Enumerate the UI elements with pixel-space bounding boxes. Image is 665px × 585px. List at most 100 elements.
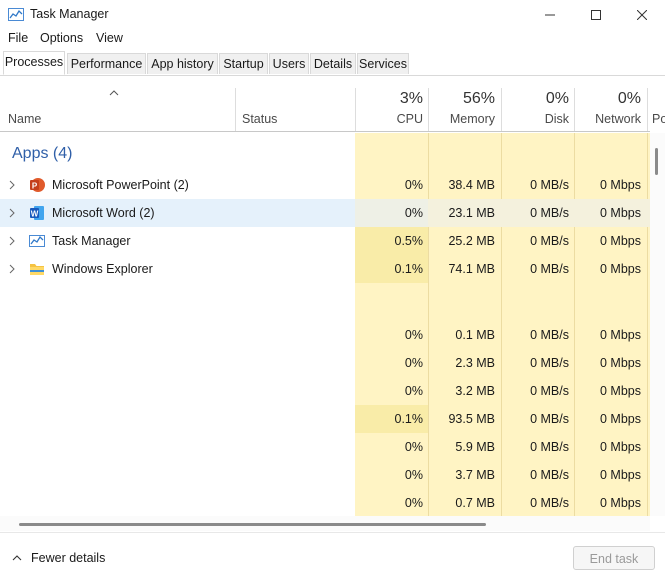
tab-processes[interactable]: Processes [3,51,65,75]
folder-icon [30,264,44,275]
menu-file[interactable]: File [8,31,28,45]
task-manager-icon [29,235,45,247]
table-row[interactable]: 0% 3.2 MB 0 MB/s 0 Mbps [0,377,650,405]
close-button[interactable] [619,0,665,30]
memory-total: 56% [462,90,495,107]
table-row[interactable]: W Microsoft Word (2) 0% 23.1 MB 0 MB/s 0… [0,199,650,227]
chevron-up-icon [12,555,22,561]
network-cell: 0 Mbps [600,468,641,482]
process-name: Microsoft PowerPoint (2) [52,178,189,192]
chevron-right-icon[interactable] [9,208,15,218]
minimize-button[interactable] [527,0,573,30]
chevron-right-icon[interactable] [9,180,15,190]
word-icon: W [30,206,44,220]
tab-strip: Processes Performance App history Startu… [0,51,665,76]
network-cell: 0 Mbps [600,384,641,398]
tab-performance[interactable]: Performance [67,53,146,74]
fewer-details-button[interactable]: Fewer details [12,551,105,565]
cpu-cell: 0% [404,440,423,454]
column-status[interactable]: Status [242,112,277,126]
memory-cell: 3.7 MB [455,468,495,482]
chevron-right-icon[interactable] [9,236,15,246]
process-name: Task Manager [52,234,131,248]
cpu-cell: 0% [404,328,423,342]
network-cell: 0 Mbps [600,206,641,220]
maximize-button[interactable] [573,0,619,30]
memory-cell: 5.9 MB [455,440,495,454]
column-power[interactable]: Po [652,112,665,126]
powerpoint-icon: P [30,178,45,192]
svg-text:W: W [31,210,39,219]
network-cell: 0 Mbps [600,328,641,342]
menu-options[interactable]: Options [40,31,83,45]
tab-app-history[interactable]: App history [147,53,218,74]
vertical-scrollbar[interactable] [650,133,665,516]
table-row[interactable]: Windows Explorer 0.1% 74.1 MB 0 MB/s 0 M… [0,255,650,283]
horizontal-scrollbar[interactable] [0,516,650,531]
menu-view[interactable]: View [96,31,123,45]
cpu-cell: 0.5% [394,234,424,248]
fewer-details-label: Fewer details [31,551,106,565]
footer: Fewer details End task [0,532,665,585]
table-row[interactable]: 0.1% 93.5 MB 0 MB/s 0 Mbps [0,405,650,433]
group-title: Apps (4) [12,145,73,162]
process-list: Apps (4) P Microsoft PowerPoint (2) 0% 3… [0,133,650,516]
disk-cell: 0 MB/s [530,328,569,342]
disk-cell: 0 MB/s [530,234,569,248]
cpu-cell: 0% [404,178,423,192]
column-network[interactable]: Network [574,112,641,126]
cpu-cell: 0% [404,496,423,510]
column-header: Name Status 3% CPU 56% Memory 0% Disk 0%… [0,88,665,132]
close-icon [637,10,647,20]
chevron-right-icon[interactable] [9,264,15,274]
disk-cell: 0 MB/s [530,178,569,192]
network-total: 0% [617,90,641,107]
memory-cell: 23.1 MB [448,206,495,220]
group-header-apps: Apps (4) [0,133,650,171]
svg-text:P: P [32,182,38,191]
disk-cell: 0 MB/s [530,206,569,220]
tab-users[interactable]: Users [269,53,309,74]
tab-startup[interactable]: Startup [219,53,268,74]
table-row[interactable]: 0% 5.9 MB 0 MB/s 0 Mbps [0,433,650,461]
column-name[interactable]: Name [8,112,41,126]
network-cell: 0 Mbps [600,496,641,510]
table-row[interactable]: 0% 0.7 MB 0 MB/s 0 Mbps [0,489,650,516]
memory-cell: 3.2 MB [455,384,495,398]
vertical-scroll-thumb[interactable] [655,148,658,175]
group-header-background [0,283,650,321]
column-cpu[interactable]: CPU [355,112,423,126]
disk-cell: 0 MB/s [530,468,569,482]
minimize-icon [545,14,555,16]
title-bar: Task Manager [0,0,665,30]
cpu-total: 3% [399,90,423,107]
memory-cell: 2.3 MB [455,356,495,370]
column-memory[interactable]: Memory [428,112,495,126]
cpu-cell: 0% [404,468,423,482]
table-row[interactable]: P Microsoft PowerPoint (2) 0% 38.4 MB 0 … [0,171,650,199]
cpu-cell: 0% [404,206,423,220]
memory-cell: 0.1 MB [455,328,495,342]
table-row[interactable]: 0% 0.1 MB 0 MB/s 0 Mbps [0,321,650,349]
memory-cell: 38.4 MB [448,178,495,192]
table-row[interactable]: 0% 2.3 MB 0 MB/s 0 Mbps [0,349,650,377]
column-disk[interactable]: Disk [501,112,569,126]
memory-cell: 0.7 MB [455,496,495,510]
cpu-cell: 0% [404,384,423,398]
network-cell: 0 Mbps [600,412,641,426]
tab-services[interactable]: Services [357,53,409,74]
table-row[interactable]: 0% 3.7 MB 0 MB/s 0 Mbps [0,461,650,489]
process-name: Windows Explorer [52,262,153,276]
disk-total: 0% [545,90,569,107]
network-cell: 0 Mbps [600,262,641,276]
memory-cell: 93.5 MB [448,412,495,426]
disk-cell: 0 MB/s [530,412,569,426]
horizontal-scroll-thumb[interactable] [19,523,486,526]
disk-cell: 0 MB/s [530,496,569,510]
network-cell: 0 Mbps [600,356,641,370]
end-task-button[interactable]: End task [573,546,655,570]
disk-cell: 0 MB/s [530,262,569,276]
tab-details[interactable]: Details [310,53,356,74]
network-cell: 0 Mbps [600,440,641,454]
table-row[interactable]: Task Manager 0.5% 25.2 MB 0 MB/s 0 Mbps [0,227,650,255]
